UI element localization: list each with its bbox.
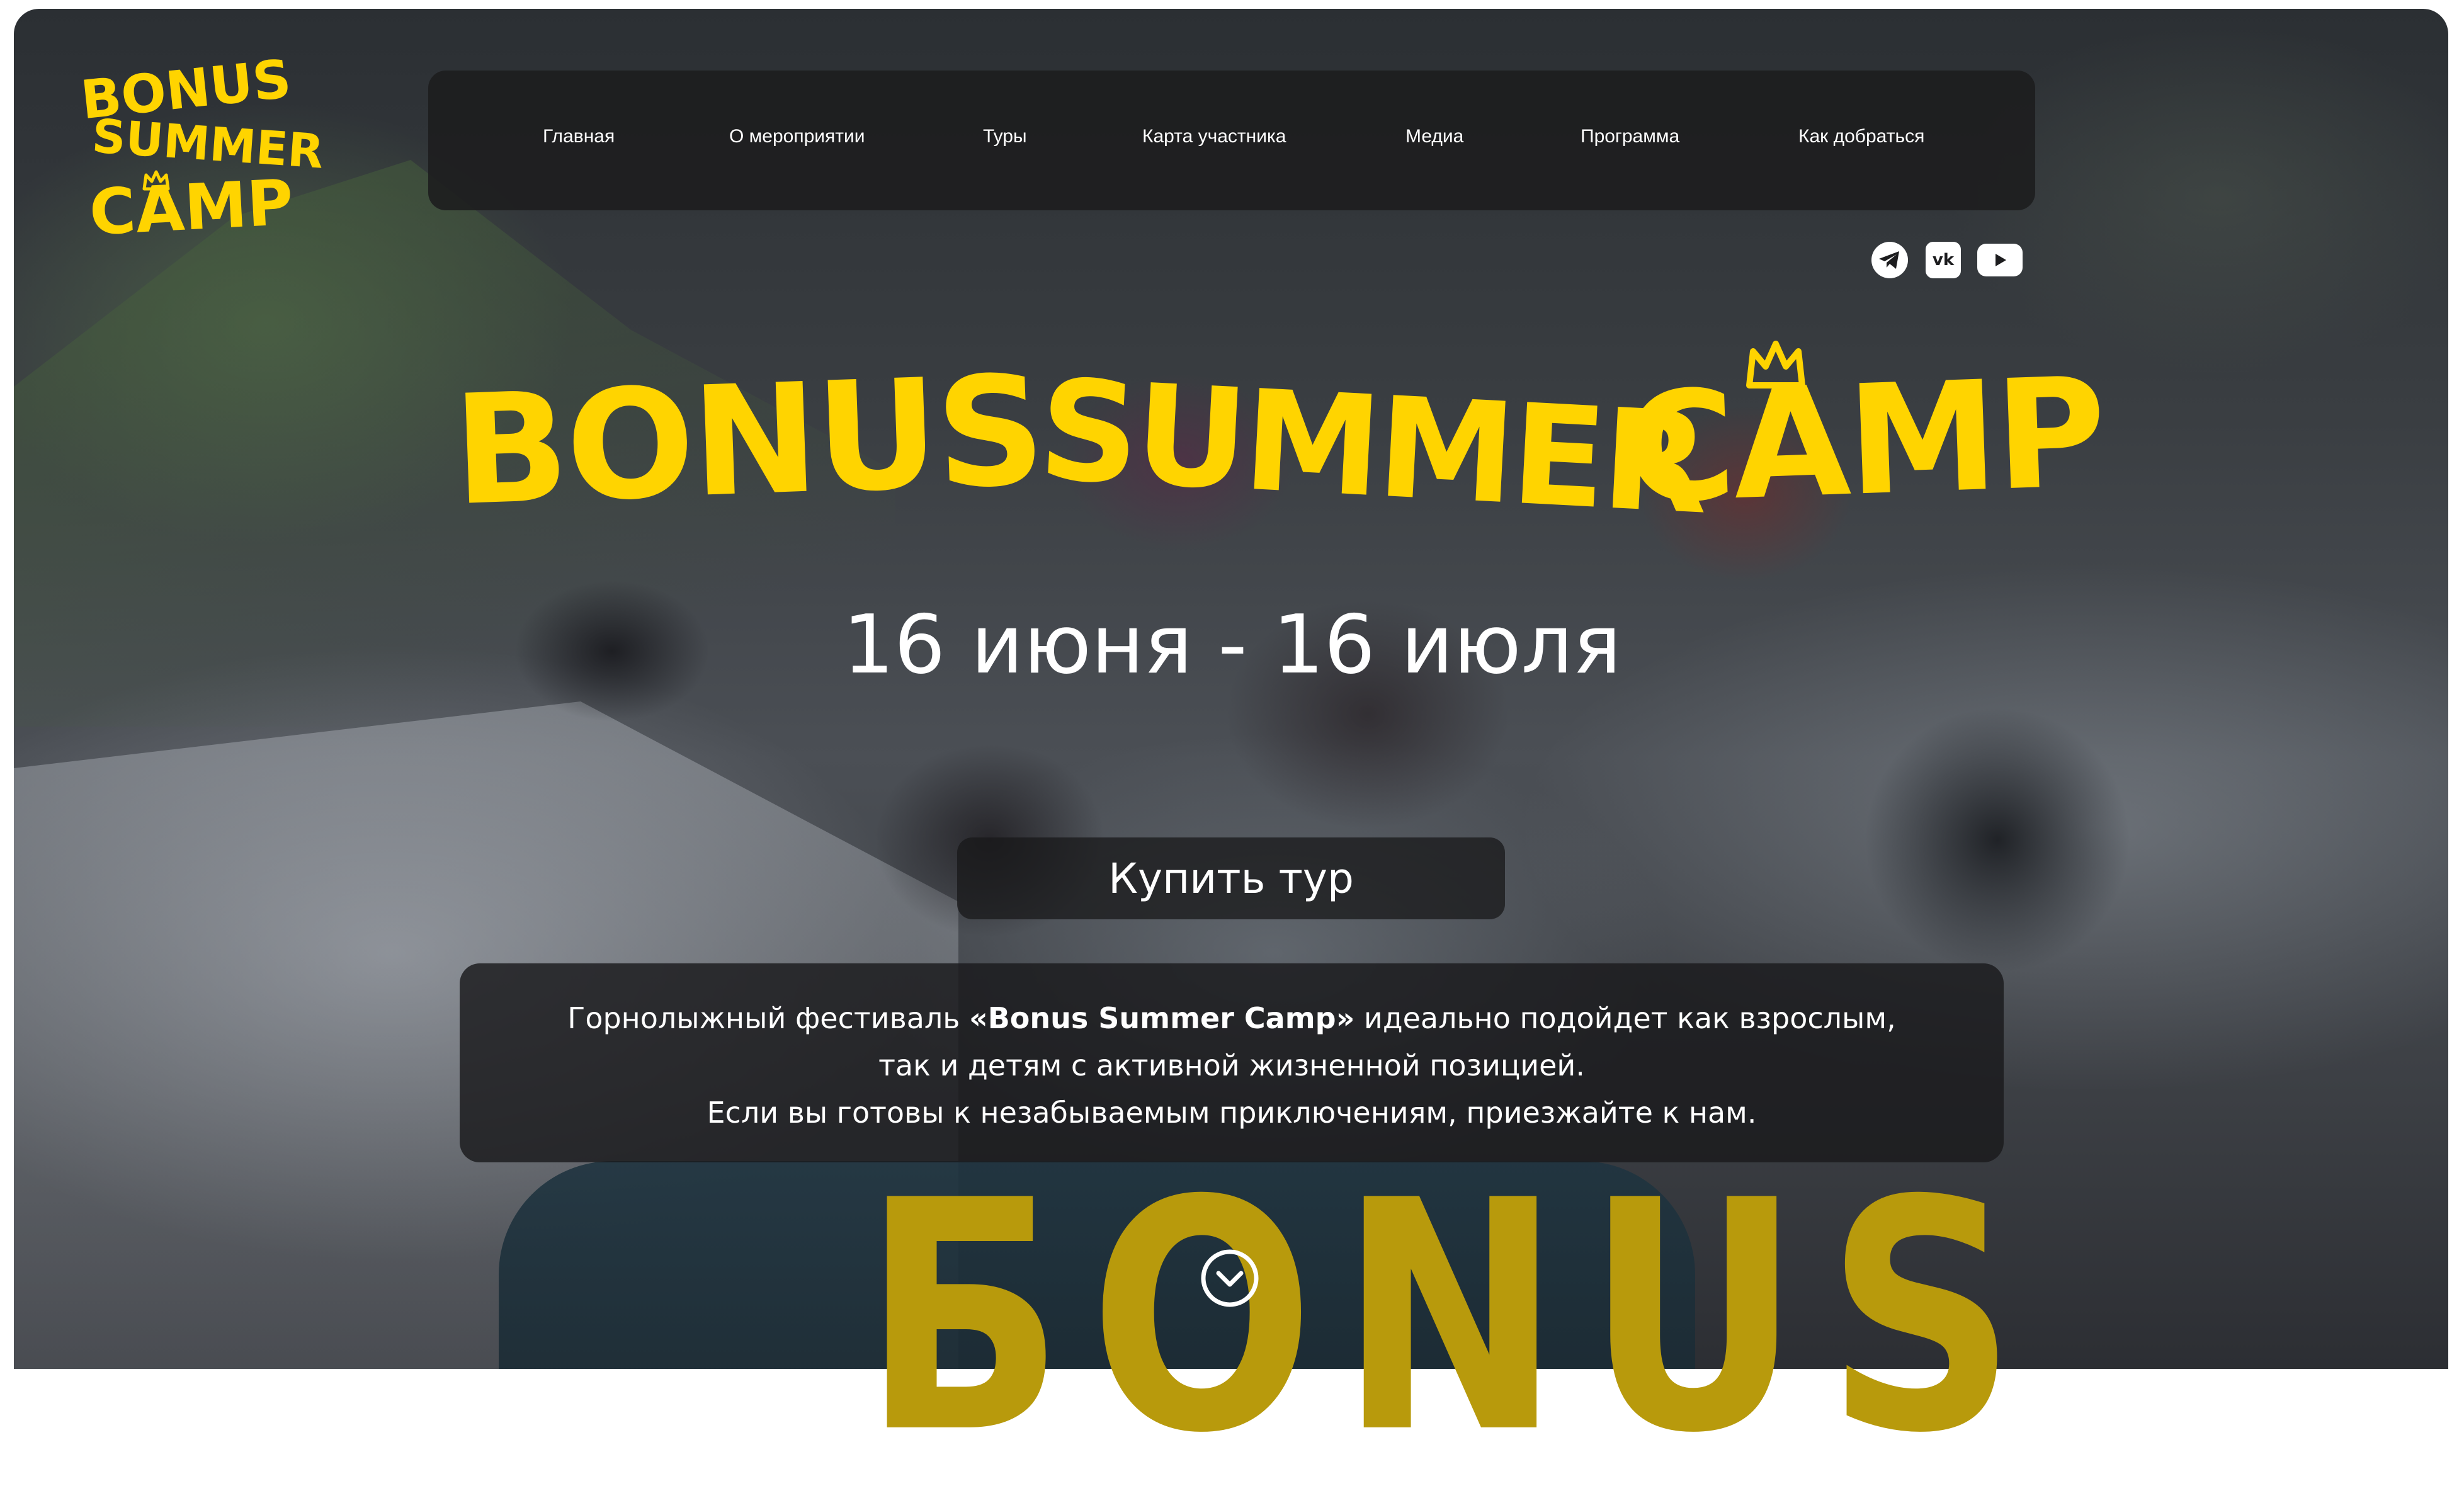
hero-title-summer: SUMMER [1035, 349, 1710, 545]
telegram-icon [1879, 251, 1899, 269]
youtube-link[interactable] [1977, 244, 2023, 276]
background-board-text: БONUS [863, 1133, 2042, 1503]
hero-title-camp: CAMP [1621, 344, 2107, 538]
nav-item-directions[interactable]: Как добраться [1798, 126, 1924, 147]
crown-icon [1746, 341, 1805, 389]
chevron-down-icon [1201, 1249, 1259, 1307]
nav-item-tours[interactable]: Туры [983, 126, 1027, 147]
vk-icon: vk [1932, 251, 1955, 269]
nav-item-home[interactable]: Главная [543, 126, 615, 147]
buy-tour-button[interactable]: Купить тур [957, 837, 1505, 919]
scroll-down-button[interactable] [1200, 1249, 1259, 1308]
description-line-1: Горнолыжный фестиваль «Bonus Summer Camp… [567, 1001, 1896, 1035]
nav-item-participant-map[interactable]: Карта участника [1142, 126, 1286, 147]
logo-line-camp: CAMP [88, 165, 295, 250]
crown-icon [142, 170, 170, 191]
nav-item-media[interactable]: Медиа [1405, 126, 1463, 147]
nav-item-about[interactable]: О мероприятии [729, 126, 865, 147]
nav-item-program[interactable]: Программа [1581, 126, 1679, 147]
description-panel: Горнолыжный фестиваль «Bonus Summer Camp… [460, 963, 2004, 1162]
hero-title: BONUS SUMMER CAMP [450, 341, 2106, 545]
festival-name: «Bonus Summer Camp» [969, 1001, 1355, 1035]
description-line-3: Если вы готовы к незабываемым приключени… [707, 1096, 1757, 1130]
event-dates: 16 июня - 16 июля [843, 598, 1621, 692]
site-logo[interactable]: BONUS SUMMER CAMP [78, 48, 326, 252]
vk-link[interactable]: vk [1926, 242, 1961, 278]
telegram-link[interactable] [1871, 242, 1908, 278]
description-line-2: так и детям с активной жизненной позицие… [878, 1048, 1585, 1082]
main-nav: Главная О мероприятии Туры Карта участни… [428, 71, 2035, 210]
hero-title-bonus: BONUS [450, 342, 1046, 540]
youtube-icon [1996, 254, 2006, 266]
